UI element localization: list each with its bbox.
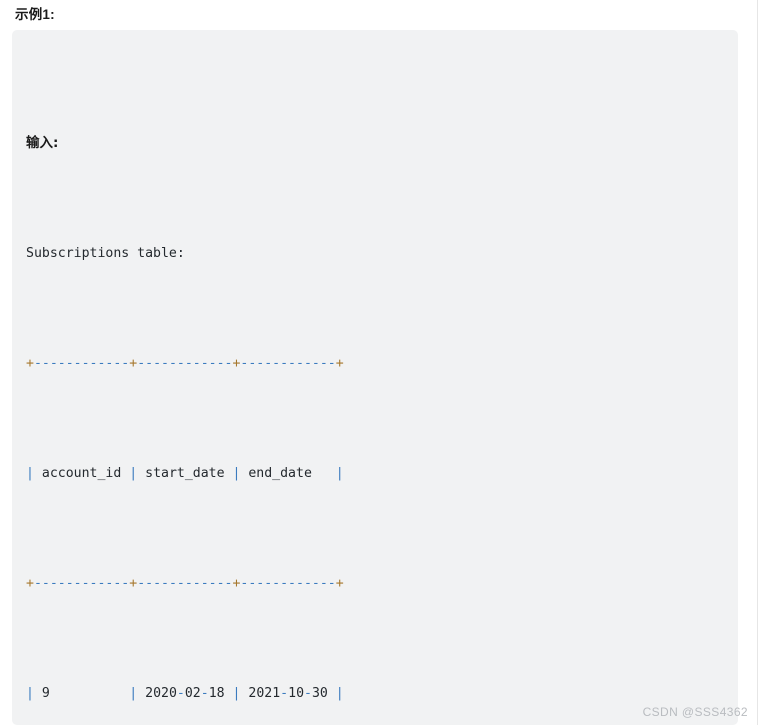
ascii-token-plain: account_id bbox=[33, 466, 130, 481]
ascii-token-dash: ------------ bbox=[137, 576, 233, 591]
ascii-token-dash: ------------ bbox=[33, 356, 130, 371]
ascii-token-dash: - bbox=[200, 686, 209, 701]
csdn-watermark: CSDN @SSS4362 bbox=[642, 705, 748, 719]
subscriptions-caption-line: Subscriptions table: bbox=[26, 243, 738, 265]
ascii-token-dash: ------------ bbox=[240, 576, 336, 591]
ascii-token-plain: 9 bbox=[33, 686, 130, 701]
ascii-rule: +------------+------------+------------+ bbox=[26, 356, 344, 371]
ascii-token-plus: + bbox=[129, 576, 138, 591]
ascii-token-pipe: | bbox=[129, 466, 138, 481]
ascii-token-pipe: | bbox=[26, 466, 34, 481]
input-label-line: 输入: bbox=[26, 132, 738, 155]
subscriptions-rule-mid: +------------+------------+------------+ bbox=[26, 573, 738, 595]
ascii-token-dash: ------------ bbox=[137, 356, 233, 371]
ascii-token-plus: + bbox=[26, 356, 34, 371]
page-title: 示例1: bbox=[15, 7, 55, 22]
ascii-token-plus: + bbox=[335, 356, 344, 371]
ascii-token-dash: ------------ bbox=[240, 356, 336, 371]
ascii-token-plain: 02 bbox=[184, 686, 201, 701]
ascii-token-pipe: | bbox=[26, 686, 34, 701]
subscriptions-rule-top: +------------+------------+------------+ bbox=[26, 353, 738, 375]
subscriptions-caption: Subscriptions table: bbox=[26, 246, 185, 261]
subscriptions-header-row: | account_id | start_date | end_date | bbox=[26, 463, 738, 485]
ascii-token-plain: 18 bbox=[208, 686, 233, 701]
ascii-rule: +------------+------------+------------+ bbox=[26, 576, 344, 591]
ascii-token-pipe: | bbox=[129, 686, 138, 701]
ascii-token-plain: 2020 bbox=[137, 686, 177, 701]
ascii-token-plain: 2021 bbox=[240, 686, 281, 701]
ascii-token-dash: - bbox=[304, 686, 312, 701]
ascii-row: | 9 | 2020-02-18 | 2021-10-30 | bbox=[26, 686, 344, 701]
input-label: 输入: bbox=[26, 135, 59, 151]
ascii-token-pipe: | bbox=[335, 466, 344, 481]
table-row: | 9 | 2020-02-18 | 2021-10-30 | bbox=[26, 683, 738, 705]
ascii-token-plain: start_date bbox=[137, 466, 233, 481]
ascii-token-plus: + bbox=[26, 576, 34, 591]
ascii-header: | account_id | start_date | end_date | bbox=[26, 466, 344, 481]
ascii-token-plain: 10 bbox=[288, 686, 305, 701]
page-scrollbar[interactable] bbox=[757, 0, 758, 725]
ascii-token-plain: end_date bbox=[240, 466, 336, 481]
ascii-token-dash: - bbox=[176, 686, 185, 701]
ascii-token-dash: ------------ bbox=[33, 576, 130, 591]
ascii-token-plain: 30 bbox=[311, 686, 336, 701]
ascii-token-pipe: | bbox=[335, 686, 344, 701]
ascii-token-plus: + bbox=[335, 576, 344, 591]
code-block[interactable]: 输入: Subscriptions table: +------------+-… bbox=[12, 30, 738, 725]
ascii-token-dash: - bbox=[280, 686, 289, 701]
code-content[interactable]: 输入: Subscriptions table: +------------+-… bbox=[26, 44, 738, 725]
ascii-token-plus: + bbox=[129, 356, 138, 371]
